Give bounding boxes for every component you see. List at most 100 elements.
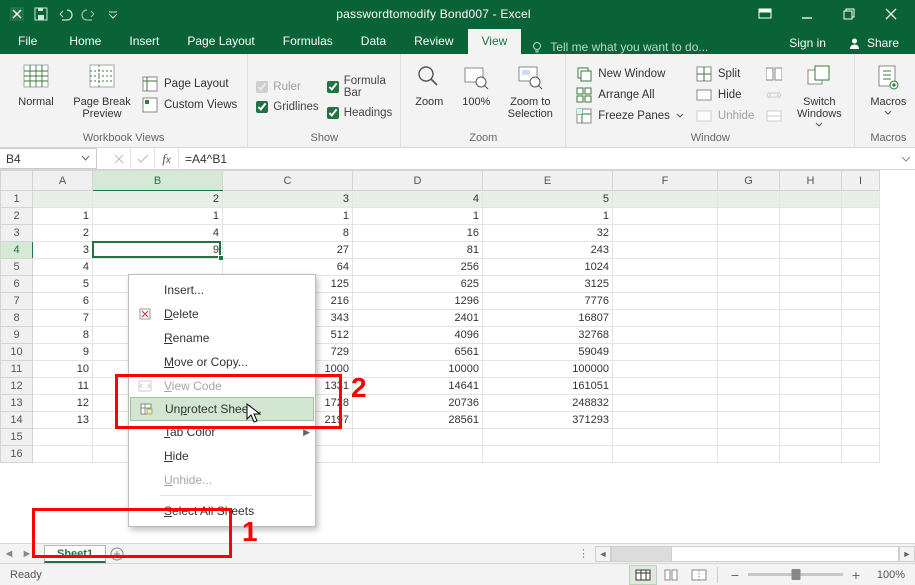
cell-A7[interactable]: 6 [33,293,93,310]
menu-unprotect-sheet[interactable]: Unprotect Sheet... [130,397,314,421]
row-header-10[interactable]: 10 [1,344,33,361]
cell-E8[interactable]: 16807 [483,310,613,327]
cell-B1[interactable]: 2 [93,191,223,208]
cell-E3[interactable]: 32 [483,225,613,242]
cell-A2[interactable]: 1 [33,208,93,225]
row-header-11[interactable]: 11 [1,361,33,378]
cell-G4[interactable] [718,242,780,259]
close-button[interactable] [871,0,911,28]
tell-me-search[interactable]: Tell me what you want to do... [521,40,779,54]
cell-D1[interactable]: 4 [353,191,483,208]
tab-data[interactable]: Data [347,29,400,54]
zoom-button[interactable]: Zoom [407,58,451,131]
cell-D5[interactable]: 256 [353,259,483,276]
page-layout-button[interactable]: Page Layout [140,75,239,93]
horizontal-scrollbar[interactable]: ◄ ► [595,546,915,562]
cell-H11[interactable] [780,361,842,378]
cell-F10[interactable] [613,344,718,361]
cell-I7[interactable] [842,293,880,310]
cell-H8[interactable] [780,310,842,327]
cell-H14[interactable] [780,412,842,429]
cell-G8[interactable] [718,310,780,327]
undo-icon[interactable] [56,5,74,23]
cell-G2[interactable] [718,208,780,225]
cell-H16[interactable] [780,446,842,463]
cell-F6[interactable] [613,276,718,293]
new-window-button[interactable]: New Window [574,65,686,83]
zoom-to-selection-button[interactable]: Zoom to Selection [501,58,559,131]
row-header-9[interactable]: 9 [1,327,33,344]
cell-D7[interactable]: 1296 [353,293,483,310]
cell-I6[interactable] [842,276,880,293]
cell-D13[interactable]: 20736 [353,395,483,412]
menu-delete[interactable]: Delete [130,302,314,326]
row-header-8[interactable]: 8 [1,310,33,327]
row-header-6[interactable]: 6 [1,276,33,293]
cell-A12[interactable]: 11 [33,378,93,395]
col-header-I[interactable]: I [842,171,880,191]
cell-I10[interactable] [842,344,880,361]
sheet-tab-sheet1[interactable]: Sheet1 [44,545,106,563]
zoom-percent[interactable]: 100% [863,569,913,581]
cell-F13[interactable] [613,395,718,412]
cell-C3[interactable]: 8 [223,225,353,242]
cell-I11[interactable] [842,361,880,378]
custom-views-button[interactable]: Custom Views [140,96,239,114]
cell-I14[interactable] [842,412,880,429]
split-handle[interactable]: ⋮ [578,547,595,560]
switch-windows-button[interactable]: Switch Windows [790,58,848,131]
expand-formula-bar-button[interactable] [897,154,915,164]
zoom-in-button[interactable]: + [849,568,863,582]
split-button[interactable]: Split [694,65,756,83]
cell-A10[interactable]: 9 [33,344,93,361]
tab-view[interactable]: View [468,29,522,54]
col-header-C[interactable]: C [223,171,353,191]
cell-I1[interactable] [842,191,880,208]
cell-A6[interactable]: 5 [33,276,93,293]
macros-button[interactable]: Macros [861,58,915,131]
cell-E1[interactable]: 5 [483,191,613,208]
cell-F9[interactable] [613,327,718,344]
tab-review[interactable]: Review [400,29,467,54]
cell-E13[interactable]: 248832 [483,395,613,412]
hide-button[interactable]: Hide [694,86,756,104]
row-header-14[interactable]: 14 [1,412,33,429]
cell-H9[interactable] [780,327,842,344]
cell-D15[interactable] [353,429,483,446]
menu-insert[interactable]: Insert... [130,278,314,302]
col-header-E[interactable]: E [483,171,613,191]
cell-I2[interactable] [842,208,880,225]
cell-A15[interactable] [33,429,93,446]
row-header-7[interactable]: 7 [1,293,33,310]
cell-F8[interactable] [613,310,718,327]
cell-A1[interactable] [33,191,93,208]
view-page-break-button[interactable] [685,565,713,585]
cell-A3[interactable]: 2 [33,225,93,242]
cell-E7[interactable]: 7776 [483,293,613,310]
cell-I8[interactable] [842,310,880,327]
cell-F15[interactable] [613,429,718,446]
save-icon[interactable] [32,5,50,23]
fill-handle[interactable] [218,255,224,261]
view-page-layout-button[interactable] [657,565,685,585]
cell-F3[interactable] [613,225,718,242]
zoom-slider[interactable]: − + [728,568,863,582]
menu-tab-color[interactable]: Tab Color ▶ [130,420,314,444]
cell-G16[interactable] [718,446,780,463]
col-header-G[interactable]: G [718,171,780,191]
qat-caret-icon[interactable] [104,5,122,23]
cell-A9[interactable]: 8 [33,327,93,344]
row-header-4[interactable]: 4 [1,242,33,259]
tab-home[interactable]: Home [55,29,115,54]
page-break-preview-button[interactable]: Page Break Preview [70,58,134,131]
cell-A4[interactable]: 3 [33,242,93,259]
worksheet-grid[interactable]: ABCDEFGHI1234521111132481632439278124354… [0,170,915,543]
cell-A11[interactable]: 10 [33,361,93,378]
cell-E12[interactable]: 161051 [483,378,613,395]
row-header-16[interactable]: 16 [1,446,33,463]
scroll-track[interactable] [611,546,899,562]
new-sheet-button[interactable] [106,546,128,562]
cell-C1[interactable]: 3 [223,191,353,208]
cell-C4[interactable]: 27 [223,242,353,259]
menu-rename[interactable]: Rename [130,326,314,350]
